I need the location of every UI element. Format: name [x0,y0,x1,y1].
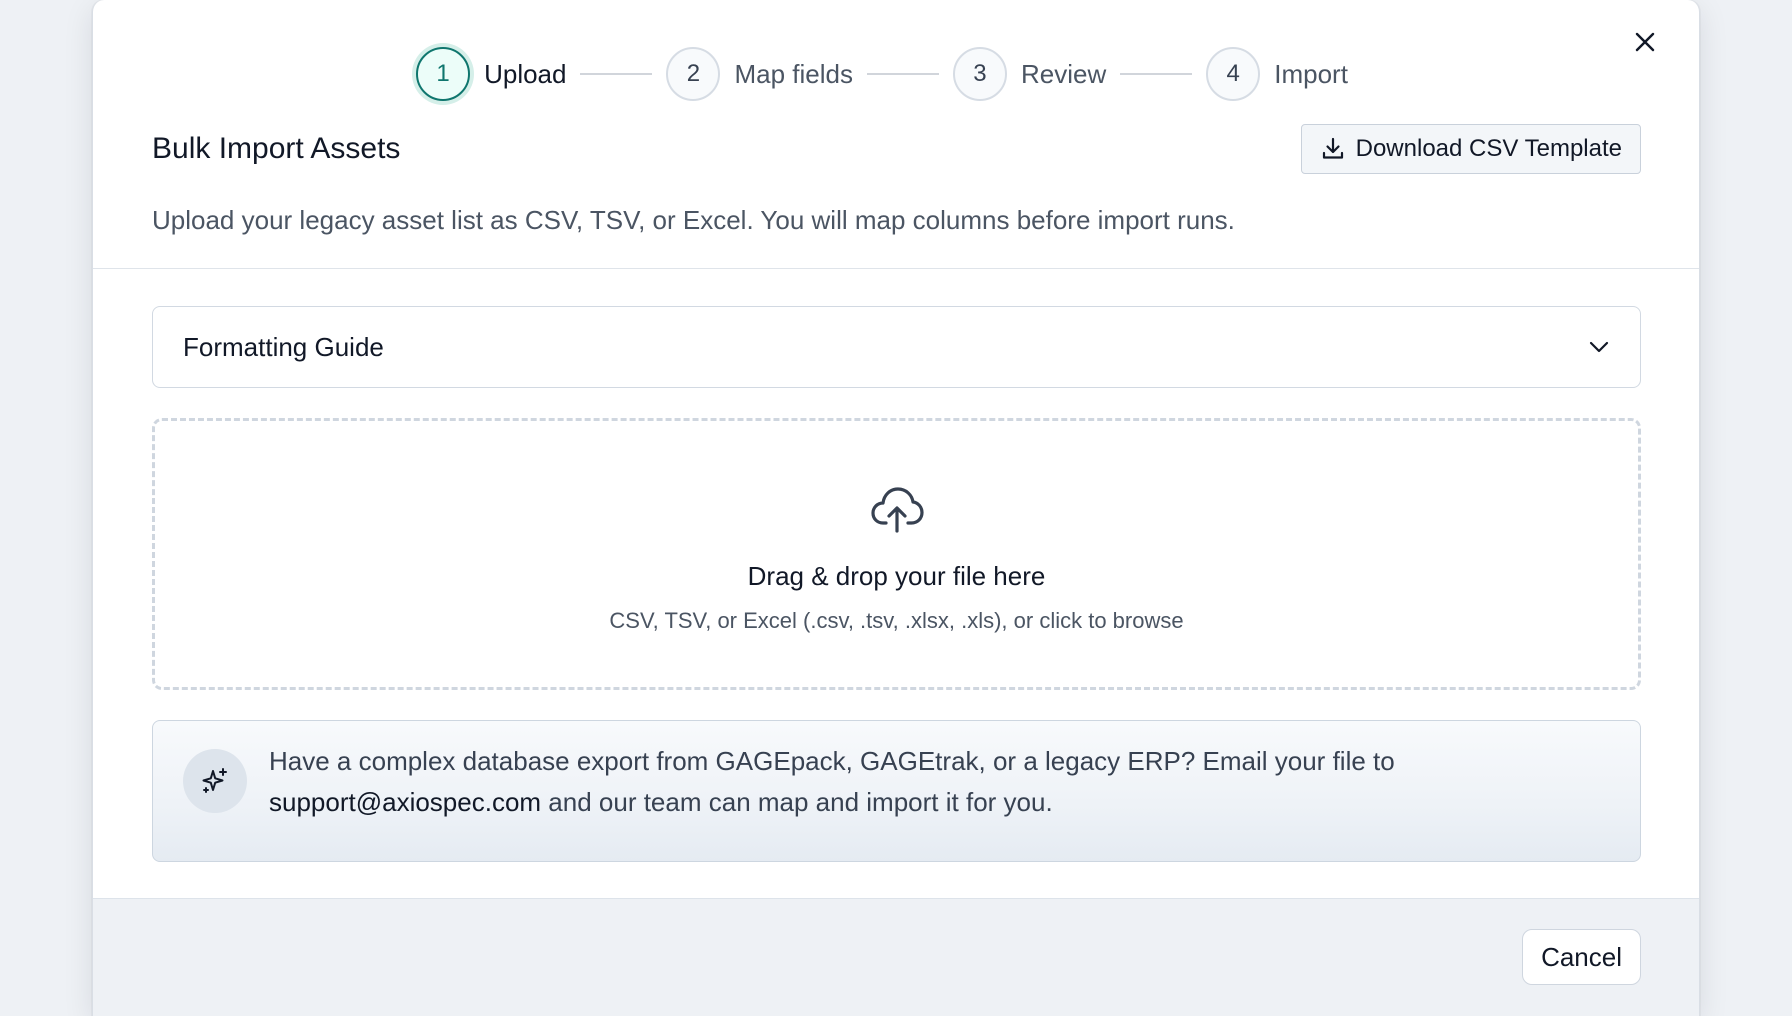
modal-footer: Cancel [93,898,1699,1016]
dropzone-title: Drag & drop your file here [747,561,1046,591]
stepper: 1 Upload 2 Map fields 3 Review 4 Import [93,44,1685,104]
step-number: 4 [1206,47,1261,101]
step-label: Import [1274,58,1348,89]
file-dropzone[interactable]: Drag & drop your file here CSV, TSV, or … [152,418,1641,690]
step-label: Review [1020,58,1107,89]
chevron-down-icon [1589,341,1609,353]
accordion-title: Formatting Guide [183,331,384,362]
step-review[interactable]: 3 Review [952,47,1107,101]
dropzone-hint: CSV, TSV, or Excel (.csv, .tsv, .xlsx, .… [609,608,1184,633]
step-connector [580,73,653,75]
download-icon [1322,137,1343,159]
step-connector [1120,73,1193,75]
modal-title: Bulk Import Assets [152,132,401,165]
support-email-link[interactable]: support@axiospec.com [269,787,541,817]
support-text-before: Have a complex database export from GAGE… [269,746,1395,776]
bulk-import-modal: 1 Upload 2 Map fields 3 Review 4 Import … [92,0,1700,1016]
modal-subtitle: Upload your legacy asset list as CSV, TS… [152,205,1235,235]
step-upload[interactable]: 1 Upload [416,47,566,101]
step-label: Map fields [734,58,853,89]
step-label: Upload [484,58,567,89]
support-callout-text: Have a complex database export from GAGE… [269,741,1610,823]
step-import[interactable]: 4 Import [1206,47,1348,101]
step-number: 1 [416,47,471,101]
support-callout: Have a complex database export from GAGE… [152,720,1641,862]
step-number: 3 [952,47,1007,101]
sparkles-icon [183,749,247,813]
formatting-guide-accordion[interactable]: Formatting Guide [152,306,1641,388]
step-number: 2 [666,47,721,101]
step-connector [866,73,939,75]
download-template-label: Download CSV Template [1355,135,1622,162]
cloud-upload-icon [870,487,924,533]
header-divider [93,268,1699,269]
step-map-fields[interactable]: 2 Map fields [666,47,853,101]
support-text-after: and our team can map and import it for y… [541,787,1053,817]
download-template-button[interactable]: Download CSV Template [1300,124,1641,174]
cancel-button[interactable]: Cancel [1522,929,1641,985]
